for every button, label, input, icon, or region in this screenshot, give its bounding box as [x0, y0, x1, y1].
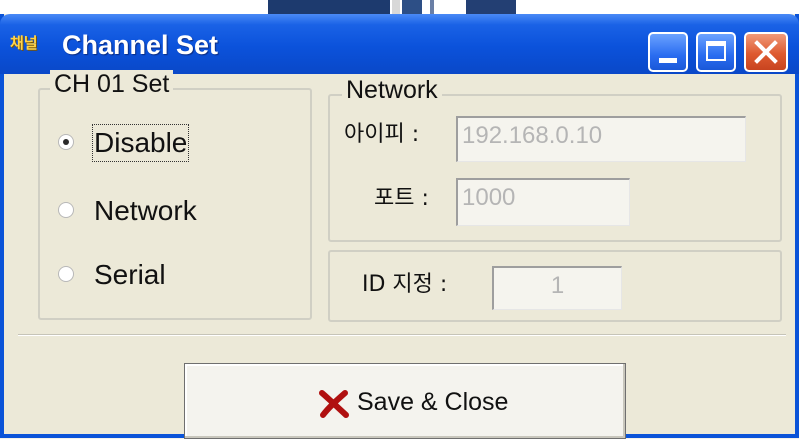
title-bar[interactable]: 채널 Channel Set: [0, 14, 799, 74]
channel-group-legend: CH 01 Set: [50, 70, 174, 98]
dialog-separator: [18, 334, 786, 336]
radio-network[interactable]: Network: [58, 194, 258, 228]
ip-input[interactable]: 192.168.0.10: [456, 116, 746, 162]
maximize-button[interactable]: [696, 32, 736, 72]
radio-serial-indicator[interactable]: [58, 266, 74, 282]
window-title: Channel Set: [62, 30, 219, 60]
port-label: 포트 :: [374, 186, 429, 211]
background-toolbar-divider: [430, 0, 434, 14]
radio-serial[interactable]: Serial: [58, 258, 238, 292]
radio-network-label[interactable]: Network: [94, 194, 197, 228]
close-icon: [754, 40, 778, 64]
radio-disable-indicator[interactable]: [58, 134, 74, 150]
close-button[interactable]: [744, 32, 788, 72]
id-input[interactable]: 1: [492, 266, 622, 310]
id-group: ID 지정 : 1: [328, 250, 782, 322]
ip-label: 아이피 :: [344, 122, 420, 147]
radio-disable[interactable]: Disable: [58, 124, 238, 162]
save-close-button[interactable]: Save & Close: [184, 363, 626, 439]
radio-serial-label[interactable]: Serial: [94, 258, 166, 292]
channel-set-dialog: 채널 Channel Set CH 01 Set Disable Network…: [0, 14, 799, 439]
maximize-icon: [706, 41, 726, 61]
channel-mode-group: CH 01 Set Disable Network Serial: [38, 70, 312, 320]
x-mark-icon: [319, 390, 349, 418]
background-toolbar-segment: [402, 0, 422, 14]
background-toolbar-gap: [392, 0, 400, 14]
radio-network-indicator[interactable]: [58, 202, 74, 218]
minimize-button[interactable]: [648, 32, 688, 72]
minimize-icon: [659, 58, 677, 63]
port-input[interactable]: 1000: [456, 178, 630, 226]
network-group: Network 아이피 : 192.168.0.10 포트 : 1000: [328, 76, 782, 242]
background-toolbar-segment: [466, 0, 516, 14]
radio-disable-label[interactable]: Disable: [91, 124, 190, 162]
network-group-legend: Network: [342, 76, 442, 104]
save-close-label: Save & Close: [357, 388, 509, 416]
background-window-strip: [0, 0, 799, 14]
background-toolbar-segment: [268, 0, 390, 14]
radio-selected-dot: [63, 139, 69, 145]
app-icon: 채널: [10, 34, 38, 52]
id-label: ID 지정 :: [362, 272, 448, 297]
